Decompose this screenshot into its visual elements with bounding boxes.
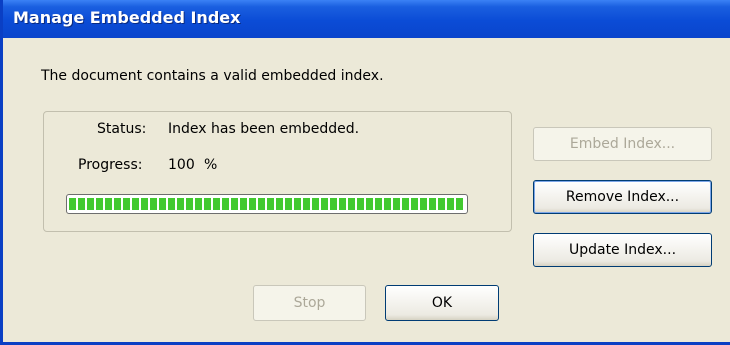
title-bar[interactable]: Manage Embedded Index xyxy=(3,0,730,38)
progress-bar-fill xyxy=(69,198,464,210)
progress-unit: % xyxy=(204,157,218,173)
stop-button[interactable]: Stop xyxy=(253,285,366,321)
index-status-message: The document contains a valid embedded i… xyxy=(41,68,384,84)
remove-index-button[interactable]: Remove Index... xyxy=(533,180,712,214)
progress-label: Progress: xyxy=(78,157,143,173)
update-index-button[interactable]: Update Index... xyxy=(533,233,712,267)
status-label: Status: xyxy=(97,121,147,137)
window-title: Manage Embedded Index xyxy=(13,8,241,27)
progress-bar xyxy=(66,194,468,214)
ok-button[interactable]: OK xyxy=(385,285,499,321)
manage-embedded-index-dialog: Manage Embedded Index The document conta… xyxy=(0,0,730,345)
progress-value: 100 xyxy=(168,157,195,173)
status-value: Index has been embedded. xyxy=(168,121,360,137)
embed-index-button[interactable]: Embed Index... xyxy=(533,127,712,161)
